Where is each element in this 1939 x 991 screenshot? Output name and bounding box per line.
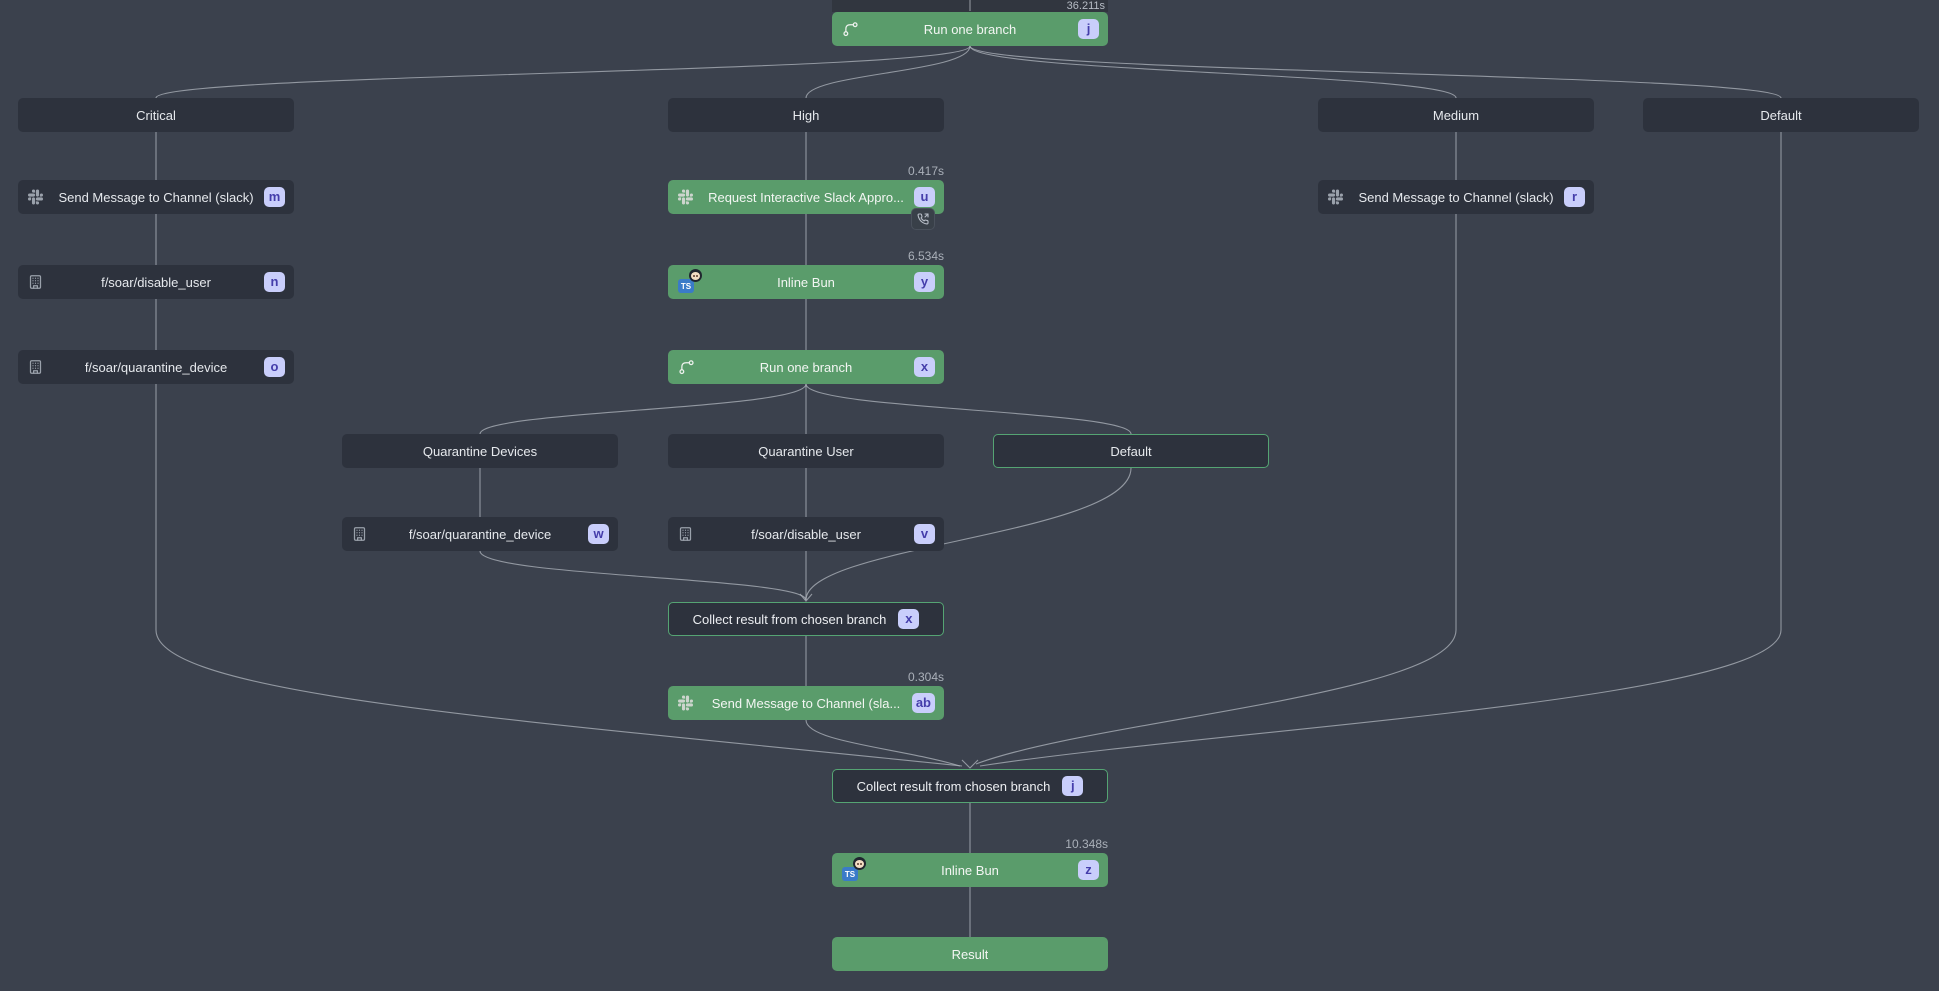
step-id-badge: y [914, 272, 935, 292]
step-id-badge: o [264, 357, 285, 377]
suspend-approval-phone-icon [911, 208, 935, 230]
flow-node-collect-outer[interactable]: Collect result from chosen branch j [832, 769, 1108, 803]
branch-header-branch-medium[interactable]: Medium [1318, 98, 1594, 132]
node-label: Quarantine User [758, 444, 853, 459]
flow-node-result[interactable]: Result [832, 937, 1108, 971]
bun-icon [689, 269, 702, 282]
slack-icon [28, 190, 43, 205]
branch-header-branch-critical[interactable]: Critical [18, 98, 294, 132]
flow-graph-canvas[interactable]: 36.211sRun one branchjCriticalHighMedium… [0, 0, 1939, 991]
node-label: Send Message to Channel (slack) [1358, 190, 1553, 205]
building-icon [678, 526, 693, 542]
edges-layer [0, 0, 1939, 991]
typescript-bun-icon: TS [842, 859, 866, 881]
node-label: Default [1760, 108, 1801, 123]
flow-node-high-request-interactive-approval[interactable]: Request Interactive Slack Appro... u [668, 180, 944, 214]
flow-node-medium-send-message-slack[interactable]: Send Message to Channel (slack) r [1318, 180, 1594, 214]
node-label: Send Message to Channel (slack) [58, 190, 253, 205]
node-label: Run one branch [924, 22, 1017, 37]
step-id-badge: j [1078, 19, 1099, 39]
step-id-badge: w [588, 524, 609, 544]
edge [806, 720, 960, 766]
node-label: Request Interactive Slack Appro... [708, 190, 904, 205]
edge [970, 46, 1781, 98]
flow-node-high-send-message-slack[interactable]: Send Message to Channel (sla... ab [668, 686, 944, 720]
edge [156, 46, 970, 98]
node-label: Run one branch [760, 360, 853, 375]
node-label: Quarantine Devices [423, 444, 537, 459]
node-label: Medium [1433, 108, 1479, 123]
step-id-badge: x [914, 357, 935, 377]
node-label: f/soar/disable_user [751, 527, 861, 542]
step-id-badge: v [914, 524, 935, 544]
typescript-bun-icon: TS [678, 271, 702, 293]
branch-icon [678, 359, 695, 376]
node-label: Collect result from chosen branch [693, 612, 887, 627]
flow-node-final-inline-bun[interactable]: TS Inline Bun z [832, 853, 1108, 887]
edge [480, 384, 806, 434]
step-id-badge: j [1062, 776, 1083, 796]
node-label: f/soar/quarantine_device [409, 527, 551, 542]
branch-icon [842, 21, 859, 38]
flow-node-critical-quarantine-device[interactable]: f/soar/quarantine_device o [18, 350, 294, 384]
step-id-badge: m [264, 187, 285, 207]
branch-header-branch-default[interactable]: Default [1643, 98, 1919, 132]
node-label: Result [952, 947, 989, 962]
branch-header-subbranch-quarantine-devices[interactable]: Quarantine Devices [342, 434, 618, 468]
node-label: Inline Bun [777, 275, 835, 290]
node-label: Critical [136, 108, 176, 123]
edge [976, 214, 1456, 764]
flow-node-collect-inner[interactable]: Collect result from chosen branch x [668, 602, 944, 636]
node-label: Default [1110, 444, 1151, 459]
flow-node-critical-send-message-slack[interactable]: Send Message to Channel (slack) m [18, 180, 294, 214]
slack-icon [678, 696, 693, 711]
branch-header-subbranch-quarantine-user[interactable]: Quarantine User [668, 434, 944, 468]
node-label: High [793, 108, 820, 123]
bun-icon [853, 857, 866, 870]
edge [806, 384, 1131, 434]
step-id-badge: x [898, 609, 919, 629]
node-label: Send Message to Channel (sla... [712, 696, 901, 711]
branch-header-branch-high[interactable]: High [668, 98, 944, 132]
node-label: f/soar/disable_user [101, 275, 211, 290]
slack-icon [678, 190, 693, 205]
flow-node-qd-quarantine-device[interactable]: f/soar/quarantine_device w [342, 517, 618, 551]
step-id-badge: n [264, 272, 285, 292]
node-label: Collect result from chosen branch [857, 779, 1051, 794]
flow-node-critical-disable-user[interactable]: f/soar/disable_user n [18, 265, 294, 299]
edge [970, 46, 1456, 98]
step-id-badge: ab [912, 693, 935, 713]
building-icon [28, 359, 43, 375]
edge-arrowhead [962, 760, 978, 768]
step-id-badge: r [1564, 187, 1585, 207]
flow-node-high-inline-bun[interactable]: TS Inline Bun y [668, 265, 944, 299]
building-icon [28, 274, 43, 290]
flow-node-qu-disable-user[interactable]: f/soar/disable_user v [668, 517, 944, 551]
slack-icon [1328, 190, 1343, 205]
step-id-badge: z [1078, 860, 1099, 880]
step-id-badge: u [914, 187, 935, 207]
building-icon [352, 526, 367, 542]
flow-node-top-run-one-branch[interactable]: Run one branch j [832, 12, 1108, 46]
node-label: Inline Bun [941, 863, 999, 878]
edge [480, 551, 806, 600]
node-label: f/soar/quarantine_device [85, 360, 227, 375]
branch-header-subbranch-default[interactable]: Default [993, 434, 1269, 468]
flow-node-high-run-one-branch[interactable]: Run one branch x [668, 350, 944, 384]
